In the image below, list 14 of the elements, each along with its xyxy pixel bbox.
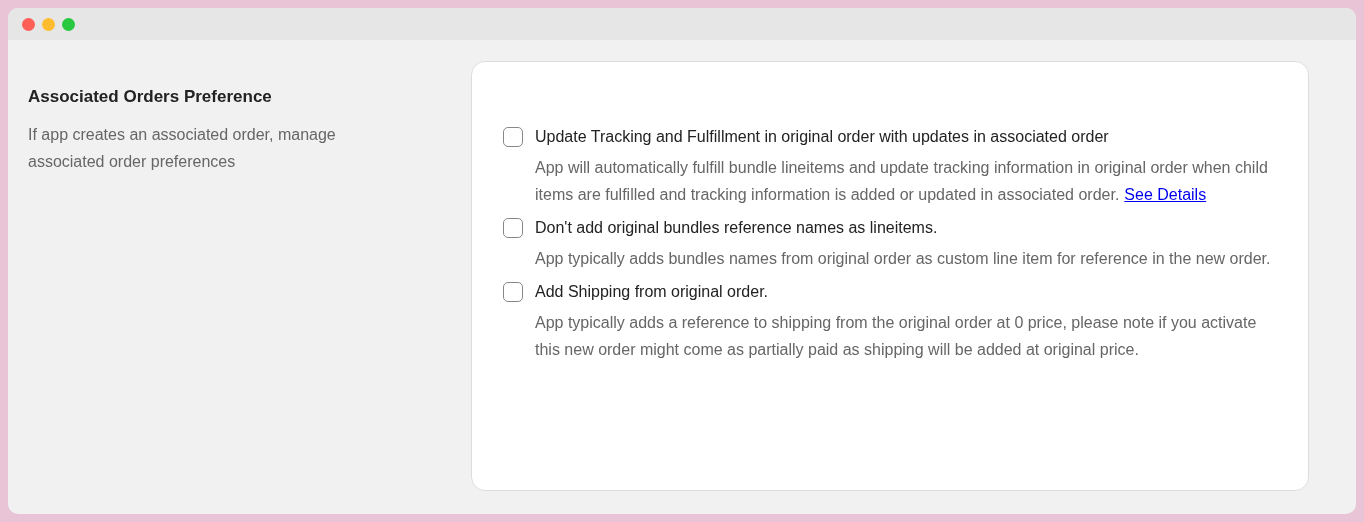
option-label[interactable]: Don't add original bundles reference names as lineitems. — [535, 216, 1271, 240]
checkbox[interactable] — [503, 127, 523, 147]
see-details-link[interactable]: See Details — [1124, 186, 1207, 203]
checkbox[interactable] — [503, 282, 523, 302]
option-description: App will automatically fulfill bundle lineitems and update tracking information in original order when child items are fulfilled and tracking information is added or updated in associated order. See Details — [535, 158, 1269, 205]
option-label[interactable]: Update Tracking and Fulfillment in original order with updates in associated order — [535, 125, 1275, 149]
section-description: If app creates an associated order, manage associated order preferences — [28, 125, 337, 172]
section-title: Associated Orders Preference — [28, 87, 273, 107]
option-description: App typically adds a reference to shipping from the original order at 0 price, please note if you activate this new order might come as partially paid as shipping will be added at original price. — [535, 313, 1258, 360]
option-label[interactable]: Add Shipping from original order. — [535, 280, 1275, 304]
window-control-button[interactable] — [62, 17, 75, 31]
window-control-button[interactable] — [22, 17, 35, 31]
option-description: App typically adds bundles names from original order as custom line item for reference in the new order. — [535, 249, 1271, 269]
checkbox[interactable] — [503, 218, 523, 238]
